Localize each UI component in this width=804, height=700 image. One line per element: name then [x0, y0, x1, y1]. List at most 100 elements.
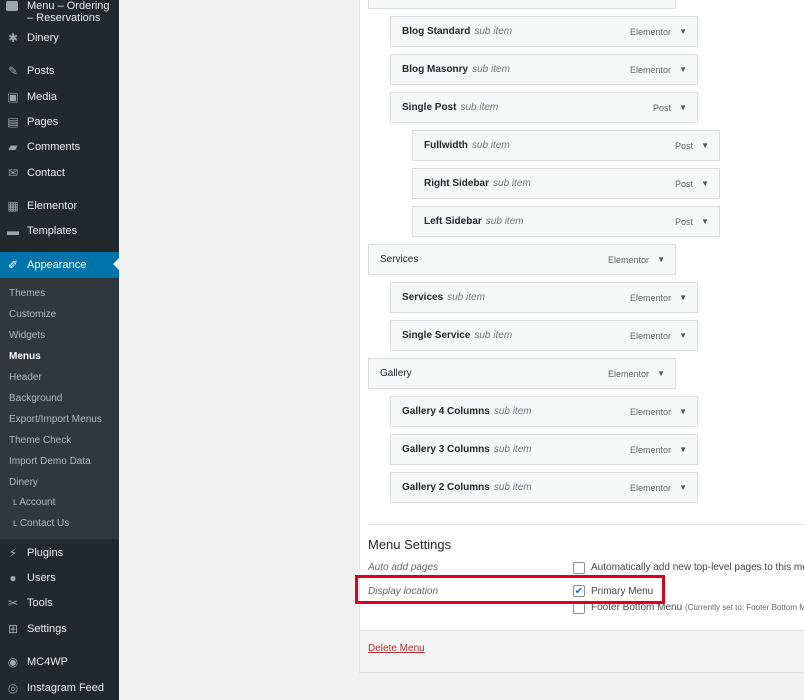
- sidebar-item-label: Posts: [27, 64, 55, 77]
- menu-item-type: Elementor: [629, 292, 671, 303]
- chevron-down-icon[interactable]: ▼: [679, 65, 687, 74]
- sidebar-item-appearance[interactable]: ✐ Appearance: [0, 252, 119, 278]
- wrench-icon: ✂: [7, 595, 19, 610]
- menu-item-title: Right Sidebar: [424, 178, 490, 189]
- menu-item-services[interactable]: Services Elementor ▼: [368, 244, 676, 275]
- menu-item-type: Post: [674, 178, 693, 189]
- submenu-item-export-import[interactable]: Export/Import Menus: [9, 414, 102, 425]
- menu-item-gallery-4-columns[interactable]: Gallery 4 Columns sub item Elementor ▼: [390, 396, 698, 427]
- plugin-icon: [6, 1, 18, 11]
- sidebar-item-comments[interactable]: ▰ Comments: [0, 134, 119, 159]
- submenu-item-background[interactable]: Background: [9, 393, 62, 404]
- submenu-item-header[interactable]: Header: [9, 372, 42, 383]
- sidebar-item-menu-ordering[interactable]: Menu – Ordering – Reservations: [0, 0, 119, 24]
- menu-item-title: Single Post: [402, 102, 457, 113]
- sidebar-item-users[interactable]: ● Users: [0, 565, 119, 590]
- comment-icon: ▰: [8, 139, 18, 154]
- sidebar-item-label: Media: [27, 90, 57, 103]
- chevron-down-icon[interactable]: ▼: [679, 103, 687, 112]
- chevron-down-icon[interactable]: ▼: [657, 255, 665, 264]
- menu-item-title: Single Service: [402, 330, 471, 341]
- chevron-down-icon[interactable]: ▼: [679, 483, 687, 492]
- submenu-item-themes[interactable]: Themes: [9, 288, 45, 299]
- menu-item-single-service[interactable]: Single Service sub item Elementor ▼: [390, 320, 698, 351]
- menu-item-sub: sub item: [472, 64, 510, 75]
- chevron-down-icon[interactable]: ▼: [701, 217, 709, 226]
- menu-item-type: Elementor: [629, 406, 671, 417]
- menu-item-type: Elementor: [629, 482, 671, 493]
- plug-icon: ⚡: [8, 545, 18, 560]
- submenu-item-customize[interactable]: Customize: [9, 309, 56, 320]
- admin-sidebar: Menu – Ordering – Reservations ✱ Dinery …: [0, 0, 119, 700]
- menu-item-title: Fullwidth: [424, 140, 468, 151]
- delete-menu-link[interactable]: Delete Menu: [368, 643, 425, 654]
- menu-item-right-sidebar[interactable]: Right Sidebar sub item Post ▼: [412, 168, 720, 199]
- menu-item-type: Elementor: [629, 64, 671, 75]
- sidebar-item-label: Appearance: [27, 259, 87, 271]
- folder-icon: ▬: [7, 223, 19, 238]
- menu-item-single-post[interactable]: Single Post sub item Post ▼: [390, 92, 698, 123]
- auto-add-option-label[interactable]: Automatically add new top-level pages to…: [591, 562, 804, 573]
- menu-item-gallery-3-columns[interactable]: Gallery 3 Columns sub item Elementor ▼: [390, 434, 698, 465]
- menu-item-title: Gallery 2 Columns: [402, 482, 490, 493]
- menu-item-partial: [368, 0, 676, 9]
- sidebar-item-label: Comments: [27, 140, 81, 153]
- chevron-down-icon[interactable]: ▼: [701, 179, 709, 188]
- menu-item-sub: sub item: [447, 292, 485, 303]
- mc4wp-icon: ◉: [7, 654, 19, 669]
- menu-item-title: Gallery: [380, 368, 412, 379]
- gear-icon: ✱: [7, 30, 19, 45]
- sidebar-item-templates[interactable]: ▬ Templates: [0, 218, 119, 243]
- chevron-down-icon[interactable]: ▼: [679, 331, 687, 340]
- sidebar-item-label: Plugins: [27, 546, 64, 559]
- elementor-icon: ▦: [7, 198, 19, 213]
- sidebar-item-plugins[interactable]: ⚡ Plugins: [0, 540, 119, 565]
- menu-item-gallery-2-columns[interactable]: Gallery 2 Columns sub item Elementor ▼: [390, 472, 698, 503]
- submenu-item-menus[interactable]: Menus: [9, 351, 41, 362]
- chevron-down-icon[interactable]: ▼: [657, 369, 665, 378]
- sidebar-item-dinery[interactable]: ✱ Dinery: [0, 25, 119, 50]
- menu-item-gallery[interactable]: Gallery Elementor ▼: [368, 358, 676, 389]
- menu-item-type: Elementor: [629, 26, 671, 37]
- sidebar-item-label: Tools: [27, 596, 53, 609]
- auto-add-checkbox[interactable]: [573, 562, 585, 574]
- sidebar-item-media[interactable]: ▣ Media: [0, 84, 119, 109]
- sidebar-item-label: Users: [27, 571, 56, 584]
- settings-icon: ⊞: [7, 621, 19, 636]
- sidebar-item-mc4wp[interactable]: ◉ MC4WP: [0, 649, 119, 674]
- chevron-down-icon[interactable]: ▼: [679, 27, 687, 36]
- sidebar-item-label: Menu – Ordering – Reservations: [27, 0, 110, 24]
- sidebar-item-elementor[interactable]: ▦ Elementor: [0, 193, 119, 218]
- sidebar-item-tools[interactable]: ✂ Tools: [0, 590, 119, 615]
- menu-item-sub: sub item: [493, 482, 532, 493]
- menu-item-services-sub[interactable]: Services sub item Elementor ▼: [390, 282, 698, 313]
- menu-item-title: Blog Standard: [402, 26, 471, 37]
- chevron-down-icon[interactable]: ▼: [679, 293, 687, 302]
- sidebar-item-label: Elementor: [27, 199, 78, 212]
- submenu-item-account[interactable]: ʟ Account: [13, 497, 55, 508]
- sidebar-item-label: MC4WP: [27, 655, 68, 668]
- submenu-item-contact-us[interactable]: ʟ Contact Us: [13, 518, 69, 529]
- sidebar-item-contact[interactable]: ✉ Contact: [0, 160, 119, 185]
- submenu-item-widgets[interactable]: Widgets: [9, 330, 45, 341]
- chevron-down-icon[interactable]: ▼: [679, 445, 687, 454]
- sidebar-item-pages[interactable]: ▤ Pages: [0, 109, 119, 134]
- brush-icon: ✐: [7, 258, 19, 272]
- menu-item-sub: sub item: [474, 330, 513, 341]
- chevron-down-icon[interactable]: ▼: [701, 141, 709, 150]
- sidebar-item-label: Pages: [27, 115, 59, 128]
- sidebar-item-settings[interactable]: ⊞ Settings: [0, 616, 119, 641]
- submenu-item-theme-check[interactable]: Theme Check: [9, 435, 71, 446]
- menu-item-sub: sub item: [493, 178, 531, 189]
- sidebar-item-instagram-feed[interactable]: ◎ Instagram Feed: [0, 675, 119, 700]
- menu-item-blog-standard[interactable]: Blog Standard sub item Elementor ▼: [390, 16, 698, 47]
- submenu-item-dinery[interactable]: Dinery: [9, 477, 38, 488]
- chevron-down-icon[interactable]: ▼: [679, 407, 687, 416]
- menu-item-blog-masonry[interactable]: Blog Masonry sub item Elementor ▼: [390, 54, 698, 85]
- menu-item-fullwidth[interactable]: Fullwidth sub item Post ▼: [412, 130, 720, 161]
- menu-item-title: Left Sidebar: [424, 216, 482, 227]
- instagram-icon: ◎: [7, 680, 19, 695]
- submenu-item-import-demo[interactable]: Import Demo Data: [9, 456, 91, 467]
- menu-item-left-sidebar[interactable]: Left Sidebar sub item Post ▼: [412, 206, 720, 237]
- sidebar-item-posts[interactable]: ✎ Posts: [0, 58, 119, 83]
